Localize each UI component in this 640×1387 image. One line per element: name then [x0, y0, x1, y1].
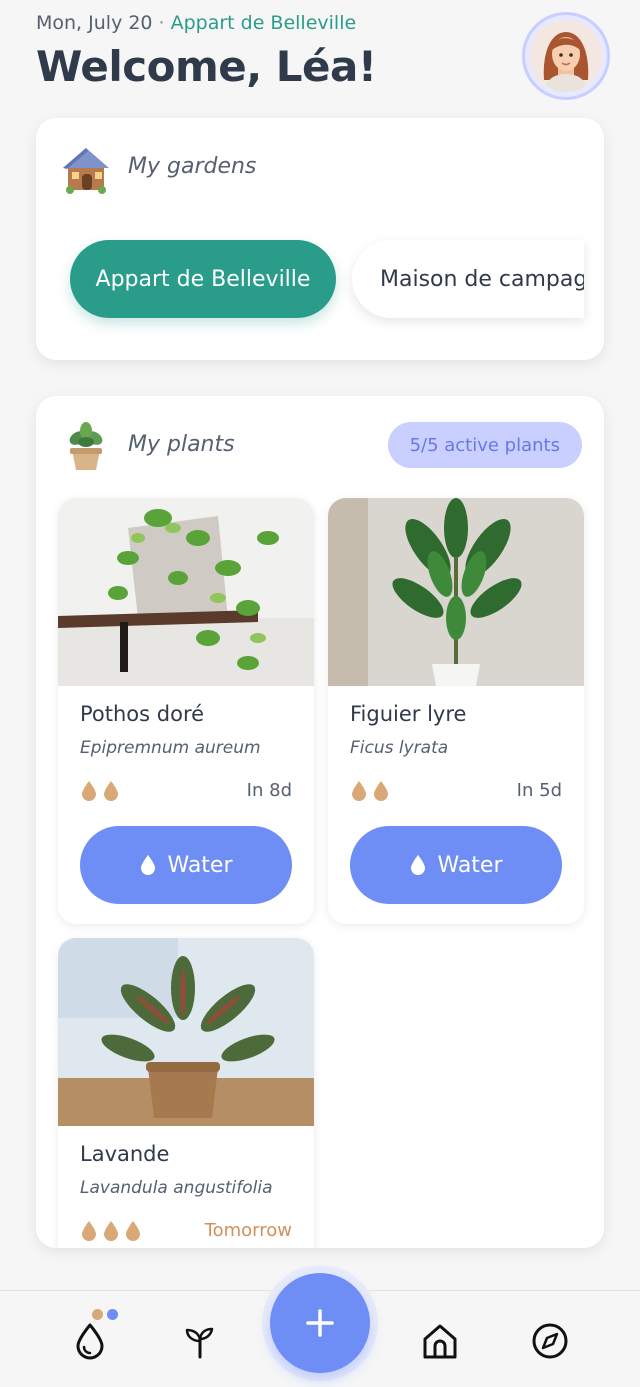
water-level	[80, 1220, 142, 1242]
nav-explore[interactable]	[530, 1321, 570, 1361]
home-icon	[423, 1324, 457, 1359]
garden-pill-campagne[interactable]: Maison de campagr	[352, 240, 584, 318]
header-subline: Mon, July 20 · Appart de Belleville	[36, 12, 604, 34]
water-level	[80, 780, 120, 802]
plant-name: Pothos doré	[80, 702, 205, 726]
plant-name: Figuier lyre	[350, 702, 467, 726]
plant-photo	[58, 498, 314, 686]
next-water-label: In 5d	[516, 780, 562, 801]
notification-dot	[107, 1309, 118, 1320]
plant-card[interactable]: Figuier lyre Ficus lyrata In 5d Water	[328, 498, 584, 924]
nav-water[interactable]	[70, 1321, 110, 1361]
active-plants-badge: 5/5 active plants	[387, 422, 582, 468]
water-drop-icon	[374, 781, 388, 801]
add-button[interactable]	[262, 1265, 378, 1381]
plant-photo	[58, 938, 314, 1126]
date-label: Mon, July 20	[36, 12, 153, 34]
bottom-nav	[0, 1265, 640, 1387]
plant-photo	[328, 498, 584, 686]
avatar-image	[530, 20, 602, 92]
gardens-card: My gardens Appart de Belleville Maison d…	[36, 118, 604, 360]
notification-dots	[92, 1309, 118, 1320]
water-drop-icon	[126, 1221, 140, 1241]
potted-plant-icon	[58, 416, 114, 472]
water-button-label: Water	[167, 852, 233, 878]
water-drop-icon	[352, 781, 366, 801]
water-button-label: Water	[437, 852, 503, 878]
add-button-circle	[270, 1273, 370, 1373]
house-icon	[58, 140, 114, 196]
plant-card[interactable]: Lavande Lavandula angustifolia Tomorrow	[58, 938, 314, 1248]
plant-card[interactable]: Pothos doré Epipremnum aureum In 8d Wate…	[58, 498, 314, 924]
plant-latin-name: Ficus lyrata	[350, 738, 449, 758]
water-drop-icon	[411, 855, 426, 875]
plants-card: My plants 5/5 active plants Pothos doré …	[36, 396, 604, 1248]
notification-dot	[92, 1309, 103, 1320]
header: Mon, July 20 · Appart de Belleville Welcom…	[36, 12, 610, 102]
compass-icon	[532, 1323, 568, 1359]
nav-plants[interactable]	[180, 1321, 220, 1361]
gardens-title: My gardens	[128, 154, 257, 179]
welcome-title: Welcome, Léa!	[36, 42, 377, 91]
garden-pill-belleville[interactable]: Appart de Belleville	[70, 240, 336, 318]
water-drop-icon	[104, 781, 118, 801]
water-button[interactable]: Water	[80, 826, 292, 904]
next-water-label: Tomorrow	[204, 1220, 292, 1241]
water-drop-icon	[82, 1221, 96, 1241]
separator: ·	[158, 12, 165, 34]
plant-name: Lavande	[80, 1142, 170, 1166]
nav-home[interactable]	[420, 1321, 460, 1361]
water-button[interactable]: Water	[350, 826, 562, 904]
sprout-icon	[185, 1327, 214, 1359]
plants-title: My plants	[128, 432, 235, 457]
water-drop-icon	[76, 1323, 104, 1360]
water-drop-icon	[141, 855, 156, 875]
current-garden-link[interactable]: Appart de Belleville	[171, 12, 357, 34]
plant-latin-name: Lavandula angustifolia	[80, 1178, 273, 1198]
water-level	[350, 780, 390, 802]
next-water-label: In 8d	[246, 780, 292, 801]
plant-latin-name: Epipremnum aureum	[80, 738, 261, 758]
water-drop-icon	[104, 1221, 118, 1241]
add-icon	[306, 1309, 334, 1337]
water-drop-icon	[82, 781, 96, 801]
user-avatar[interactable]	[522, 12, 610, 100]
